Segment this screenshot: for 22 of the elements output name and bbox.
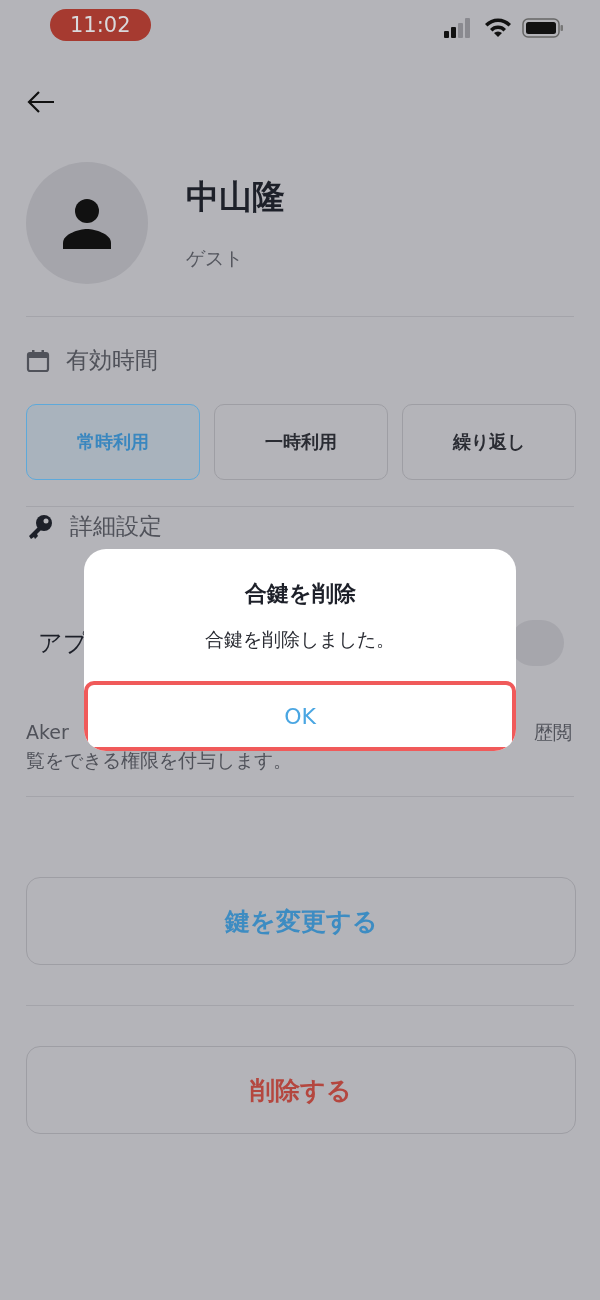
dialog-title: 合鍵を削除 xyxy=(244,580,356,608)
user-role: ゲスト xyxy=(186,245,244,271)
status-time: 11:02 xyxy=(50,9,151,41)
section-heading: 有効時間 xyxy=(66,346,158,375)
calendar-icon xyxy=(26,348,50,373)
time-option-tab[interactable]: 一時利用 xyxy=(214,404,388,480)
time-option-tab[interactable]: 繰り返し xyxy=(402,404,576,480)
change-key-button[interactable]: 鍵を変更する xyxy=(26,877,576,965)
time-option-tab[interactable]: 常時利用 xyxy=(26,404,200,480)
battery-icon xyxy=(522,18,564,38)
ok-button[interactable]: OK xyxy=(84,681,516,751)
description-text: Aker xyxy=(26,720,69,745)
delete-button[interactable]: 削除する xyxy=(26,1046,576,1134)
person-icon xyxy=(61,197,113,249)
description-text: 覧をできる権限を付与します。 xyxy=(26,748,293,773)
user-name: 中山隆 xyxy=(186,175,285,218)
description-text: 歴閲 xyxy=(534,720,572,745)
back-arrow-icon[interactable] xyxy=(26,90,56,114)
key-icon xyxy=(26,512,54,541)
wifi-icon xyxy=(484,18,512,38)
section-heading: 詳細設定 xyxy=(70,512,162,541)
dialog-message: 合鍵を削除しました。 xyxy=(205,627,395,652)
